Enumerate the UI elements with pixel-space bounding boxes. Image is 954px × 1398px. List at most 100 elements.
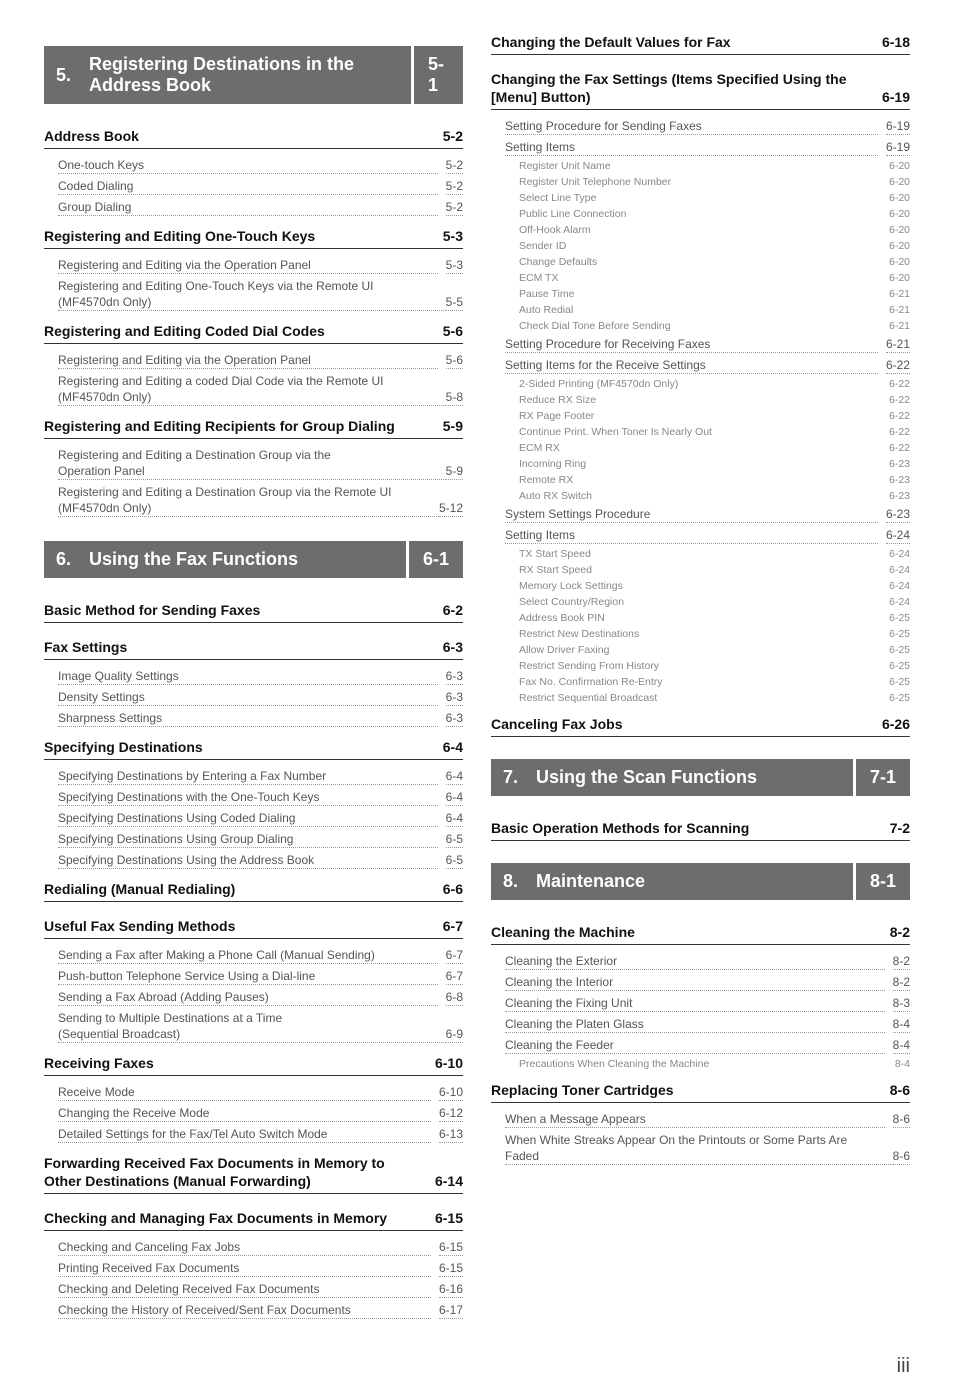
toc-entry-lvl2[interactable]: Sending a Fax after Making a Phone Call … (44, 945, 463, 966)
toc-entry-lvl3[interactable]: Off-Hook Alarm6-20 (491, 222, 910, 238)
toc-entry-lvl2[interactable]: Registering and Editing a coded Dial Cod… (44, 371, 463, 408)
toc-entry-lvl2[interactable]: Cleaning the Fixing Unit8-3 (491, 993, 910, 1014)
toc-entry-lvl3[interactable]: Sender ID6-20 (491, 238, 910, 254)
toc-entry-lvl3[interactable]: Precautions When Cleaning the Machine8-4 (491, 1056, 910, 1072)
toc-entry-lvl3[interactable]: Register Unit Name6-20 (491, 158, 910, 174)
toc-entry-lvl3[interactable]: Check Dial Tone Before Sending6-21 (491, 318, 910, 334)
toc-entry-lvl2[interactable]: Specifying Destinations Using Group Dial… (44, 829, 463, 850)
toc-entry-lvl1[interactable]: Address Book5-2 (44, 118, 463, 149)
toc-entry-lvl1[interactable]: Specifying Destinations6-4 (44, 729, 463, 760)
toc-entry-lvl1[interactable]: Cleaning the Machine8-2 (491, 914, 910, 945)
toc-entry-lvl2[interactable]: Cleaning the Interior8-2 (491, 972, 910, 993)
toc-entry-lvl1[interactable]: Changing the Default Values for Fax6-18 (491, 24, 910, 55)
toc-entry-lvl2[interactable]: Specifying Destinations by Entering a Fa… (44, 766, 463, 787)
toc-entry-lvl3[interactable]: Public Line Connection6-20 (491, 206, 910, 222)
toc-entry-lvl2[interactable]: Push-button Telephone Service Using a Di… (44, 966, 463, 987)
toc-entry-lvl2[interactable]: Receive Mode6-10 (44, 1082, 463, 1103)
toc-entry-lvl1[interactable]: Basic Operation Methods for Scanning7-2 (491, 810, 910, 841)
toc-entry-lvl3[interactable]: Restrict New Destinations6-25 (491, 626, 910, 642)
toc-entry-lvl3[interactable]: ECM TX6-20 (491, 270, 910, 286)
toc-entry-lvl2[interactable]: Sharpness Settings6-3 (44, 708, 463, 729)
toc-entry-lvl1[interactable]: Redialing (Manual Redialing)6-6 (44, 871, 463, 902)
toc-entry-lvl1[interactable]: Replacing Toner Cartridges8-6 (491, 1072, 910, 1103)
toc-entry-lvl2[interactable]: Setting Items6-24 (491, 525, 910, 546)
toc-entry-lvl1[interactable]: Forwarding Received Fax Documents in Mem… (44, 1145, 463, 1194)
toc-entry-lvl3[interactable]: Memory Lock Settings6-24 (491, 578, 910, 594)
toc-entry-lvl3[interactable]: Pause Time6-21 (491, 286, 910, 302)
toc-entry-lvl3[interactable]: Change Defaults6-20 (491, 254, 910, 270)
toc-entry-lvl1[interactable]: Basic Method for Sending Faxes6-2 (44, 592, 463, 623)
toc-label: Reduce RX Size (519, 394, 881, 406)
toc-entry-lvl2[interactable]: Registering and Editing via the Operatio… (44, 255, 463, 276)
toc-entry-lvl3[interactable]: RX Start Speed6-24 (491, 562, 910, 578)
toc-page-ref: 6-7 (446, 948, 463, 964)
chapter-number: 8. (503, 871, 518, 892)
toc-entry-lvl1[interactable]: Canceling Fax Jobs6-26 (491, 706, 910, 737)
toc-entry-lvl2[interactable]: Registering and Editing One-Touch Keys v… (44, 276, 463, 313)
toc-entry-lvl2[interactable]: Registering and Editing a Destination Gr… (44, 445, 463, 482)
toc-entry-lvl2[interactable]: System Settings Procedure6-23 (491, 504, 910, 525)
toc-entry-lvl2[interactable]: Setting Procedure for Receiving Faxes6-2… (491, 334, 910, 355)
toc-entry-lvl2[interactable]: Detailed Settings for the Fax/Tel Auto S… (44, 1124, 463, 1145)
toc-entry-lvl2[interactable]: Cleaning the Platen Glass8-4 (491, 1014, 910, 1035)
toc-entry-lvl2[interactable]: Image Quality Settings6-3 (44, 666, 463, 687)
toc-entry-lvl2[interactable]: Changing the Receive Mode6-12 (44, 1103, 463, 1124)
toc-entry-lvl1[interactable]: Changing the Fax Settings (Items Specifi… (491, 61, 910, 110)
toc-entry-lvl2[interactable]: Coded Dialing5-2 (44, 176, 463, 197)
toc-entry-lvl2[interactable]: When White Streaks Appear On the Printou… (491, 1130, 910, 1167)
toc-entry-lvl3[interactable]: TX Start Speed6-24 (491, 546, 910, 562)
toc-entry-lvl2[interactable]: Setting Items6-19 (491, 137, 910, 158)
chapter-heading: 8.Maintenance8-1 (491, 863, 910, 900)
toc-entry-lvl3[interactable]: Register Unit Telephone Number6-20 (491, 174, 910, 190)
toc-entry-lvl2[interactable]: Sending to Multiple Destinations at a Ti… (44, 1008, 463, 1045)
toc-entry-lvl2[interactable]: Specifying Destinations with the One-Tou… (44, 787, 463, 808)
toc-entry-lvl3[interactable]: Auto Redial6-21 (491, 302, 910, 318)
toc-entry-lvl3[interactable]: 2-Sided Printing (MF4570dn Only)6-22 (491, 376, 910, 392)
toc-entry-lvl2[interactable]: Cleaning the Exterior8-2 (491, 951, 910, 972)
toc-entry-lvl3[interactable]: Allow Driver Faxing6-25 (491, 642, 910, 658)
toc-entry-lvl1[interactable]: Fax Settings6-3 (44, 629, 463, 660)
toc-entry-lvl1[interactable]: Registering and Editing One-Touch Keys5-… (44, 218, 463, 249)
toc-entry-lvl2[interactable]: When a Message Appears8-6 (491, 1109, 910, 1130)
toc-label: Fax Settings (44, 639, 435, 655)
toc-page-ref: 5-6 (443, 323, 463, 339)
toc-entry-lvl2[interactable]: One-touch Keys5-2 (44, 155, 463, 176)
toc-entry-lvl3[interactable]: Address Book PIN6-25 (491, 610, 910, 626)
toc-page-ref: 7-2 (890, 820, 910, 836)
toc-entry-lvl2[interactable]: Registering and Editing via the Operatio… (44, 350, 463, 371)
toc-entry-lvl2[interactable]: Specifying Destinations Using Coded Dial… (44, 808, 463, 829)
toc-entry-lvl2[interactable]: Cleaning the Feeder8-4 (491, 1035, 910, 1056)
toc-entry-lvl1[interactable]: Receiving Faxes6-10 (44, 1045, 463, 1076)
toc-entry-lvl3[interactable]: Reduce RX Size6-22 (491, 392, 910, 408)
toc-entry-lvl3[interactable]: Restrict Sequential Broadcast6-25 (491, 690, 910, 706)
toc-entry-lvl3[interactable]: Remote RX6-23 (491, 472, 910, 488)
toc-entry-lvl2[interactable]: Setting Items for the Receive Settings6-… (491, 355, 910, 376)
toc-entry-lvl3[interactable]: ECM RX6-22 (491, 440, 910, 456)
toc-entry-lvl3[interactable]: RX Page Footer6-22 (491, 408, 910, 424)
toc-entry-lvl2[interactable]: Specifying Destinations Using the Addres… (44, 850, 463, 871)
toc-entry-lvl2[interactable]: Group Dialing5-2 (44, 197, 463, 218)
toc-entry-lvl2[interactable]: Checking and Canceling Fax Jobs6-15 (44, 1237, 463, 1258)
toc-entry-lvl2[interactable]: Density Settings6-3 (44, 687, 463, 708)
toc-entry-lvl1[interactable]: Checking and Managing Fax Documents in M… (44, 1200, 463, 1231)
toc-entry-lvl3[interactable]: Fax No. Confirmation Re-Entry6-25 (491, 674, 910, 690)
toc-entry-lvl1[interactable]: Useful Fax Sending Methods6-7 (44, 908, 463, 939)
toc-entry-lvl3[interactable]: Continue Print. When Toner Is Nearly Out… (491, 424, 910, 440)
toc-page-ref: 6-21 (889, 304, 910, 316)
toc-entry-lvl1[interactable]: Registering and Editing Recipients for G… (44, 408, 463, 439)
toc-entry-lvl2[interactable]: Checking and Deleting Received Fax Docum… (44, 1279, 463, 1300)
toc-label: Specifying Destinations by Entering a Fa… (58, 769, 438, 785)
toc-entry-lvl2[interactable]: Checking the History of Received/Sent Fa… (44, 1300, 463, 1321)
toc-entry-lvl3[interactable]: Incoming Ring6-23 (491, 456, 910, 472)
toc-entry-lvl2[interactable]: Printing Received Fax Documents6-15 (44, 1258, 463, 1279)
toc-entry-lvl3[interactable]: Restrict Sending From History6-25 (491, 658, 910, 674)
toc-entry-lvl3[interactable]: Select Country/Region6-24 (491, 594, 910, 610)
toc-entry-lvl3[interactable]: Select Line Type6-20 (491, 190, 910, 206)
toc-entry-lvl2[interactable]: Setting Procedure for Sending Faxes6-19 (491, 116, 910, 137)
toc-entry-lvl3[interactable]: Auto RX Switch6-23 (491, 488, 910, 504)
toc-entry-lvl1[interactable]: Registering and Editing Coded Dial Codes… (44, 313, 463, 344)
toc-entry-lvl2[interactable]: Registering and Editing a Destination Gr… (44, 482, 463, 519)
toc-entry-lvl2[interactable]: Sending a Fax Abroad (Adding Pauses)6-8 (44, 987, 463, 1008)
chapter-page: 5-1 (414, 46, 463, 104)
toc-page-ref: 6-2 (443, 602, 463, 618)
